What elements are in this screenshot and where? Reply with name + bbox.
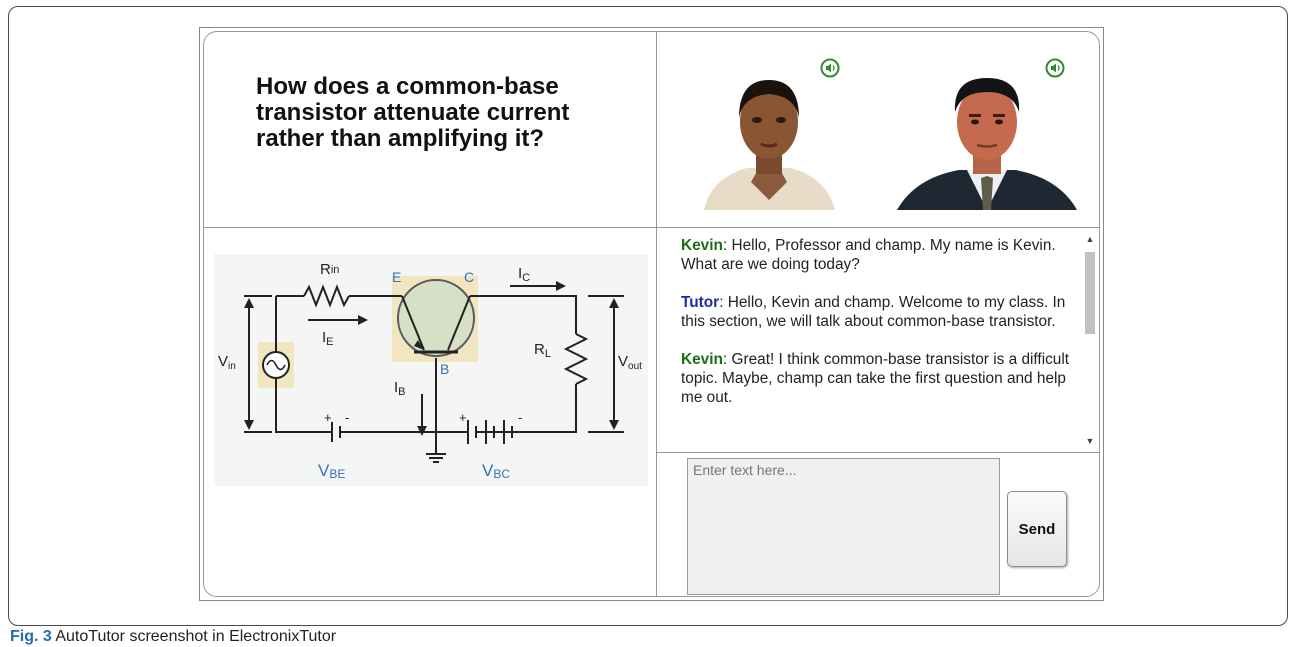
message-text: : Hello, Professor and champ. My name is…	[681, 237, 1056, 273]
label-vbe: VBE	[318, 461, 345, 481]
male-agent-avatar	[897, 70, 1077, 210]
chat-message: Kevin: Hello, Professor and champ. My na…	[681, 236, 1071, 274]
figure-caption: Fig. 3 AutoTutor screenshot in Electroni…	[10, 628, 336, 646]
speaker-name: Kevin	[681, 237, 723, 254]
chat-scrollbar[interactable]: ▲ ▼	[1083, 232, 1097, 448]
scroll-down-icon[interactable]: ▼	[1085, 436, 1095, 446]
label-vbc: VBC	[482, 461, 510, 481]
circuit-panel: Rin E C B IC IE IB RL Vin Vout VBE VBC +…	[204, 228, 657, 596]
circuit-diagram: Rin E C B IC IE IB RL Vin Vout VBE VBC +…	[214, 254, 648, 486]
send-button[interactable]: Send	[1007, 491, 1067, 567]
speaker-name: Tutor	[681, 294, 720, 311]
chat-message: Kevin: Great! I think common-base transi…	[681, 350, 1071, 407]
chat-message: Tutor: Hello, Kevin and champ. Welcome t…	[681, 293, 1071, 331]
label-ic: IC	[518, 265, 530, 284]
question-text: How does a common-base transistor attenu…	[256, 73, 570, 152]
scroll-up-icon[interactable]: ▲	[1085, 234, 1095, 244]
label-vbe-plus: +	[324, 410, 332, 425]
female-speaker-icon[interactable]	[820, 58, 840, 78]
chat-panel[interactable]: Kevin: Hello, Professor and champ. My na…	[657, 228, 1099, 453]
label-vbc-plus: +	[459, 410, 467, 425]
label-collector: C	[464, 269, 474, 285]
label-vout: Vout	[618, 353, 642, 372]
female-agent-face-icon	[704, 80, 835, 210]
input-panel: Send	[657, 453, 1099, 596]
label-base: B	[440, 361, 449, 377]
avatars-panel	[657, 32, 1099, 228]
message-text: : Great! I think common-base transistor …	[681, 351, 1070, 406]
caption-text: AutoTutor screenshot in ElectronixTutor	[51, 628, 337, 645]
chat-log: Kevin: Hello, Professor and champ. My na…	[657, 228, 1081, 452]
label-ie: IE	[322, 329, 334, 348]
question-panel: How does a common-base transistor attenu…	[204, 32, 657, 228]
autotutor-panel: How does a common-base transistor attenu…	[203, 31, 1100, 597]
label-ib: IB	[394, 379, 406, 398]
label-emitter: E	[392, 269, 401, 285]
answer-input[interactable]	[687, 458, 1000, 595]
scroll-thumb[interactable]	[1085, 252, 1095, 334]
label-rl: RL	[534, 341, 551, 360]
speaker-name: Kevin	[681, 351, 723, 368]
female-agent-avatar	[699, 70, 839, 210]
message-text: : Hello, Kevin and champ. Welcome to my …	[681, 294, 1066, 330]
label-vbc-minus: -	[518, 410, 522, 425]
label-vbe-minus: -	[345, 410, 349, 425]
label-vin: Vin	[218, 353, 236, 372]
male-agent-face-icon	[897, 78, 1077, 210]
figure-label: Fig. 3	[10, 628, 52, 645]
label-rin: Rin	[320, 261, 339, 278]
male-speaker-icon[interactable]	[1045, 58, 1065, 78]
autotutor-window: How does a common-base transistor attenu…	[199, 27, 1104, 601]
